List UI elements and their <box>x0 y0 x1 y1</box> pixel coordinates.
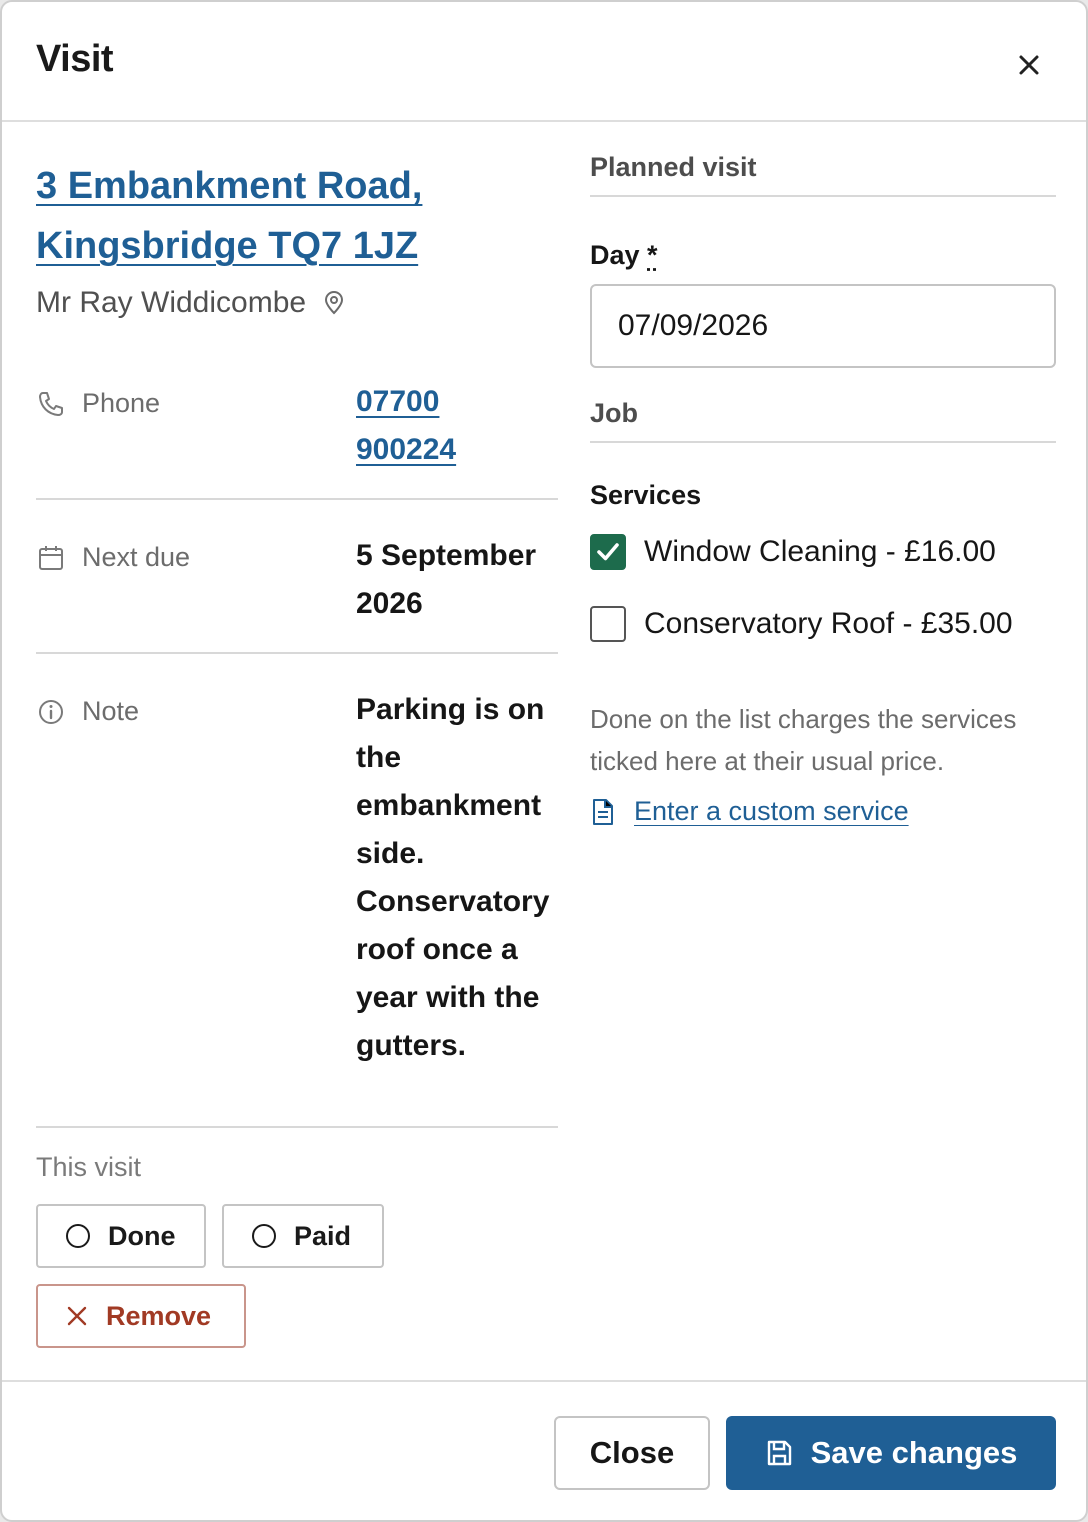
service-label: Conservatory Roof - £35.00 <box>644 607 1013 640</box>
day-label: Day * <box>590 240 658 271</box>
close-icon[interactable] <box>1012 48 1046 82</box>
dialog-header: Visit <box>2 2 1086 122</box>
map-pin-icon[interactable] <box>324 291 344 315</box>
next-due-label-row: Next due <box>36 542 190 573</box>
day-input[interactable] <box>590 284 1056 368</box>
required-marker: * <box>647 240 658 270</box>
address-line2[interactable]: Kingsbridge TQ7 1JZ <box>36 225 418 267</box>
save-icon <box>767 1440 791 1466</box>
planned-visit-heading: Planned visit <box>590 152 1056 197</box>
done-label: Done <box>108 1220 176 1251</box>
remove-label: Remove <box>106 1300 212 1331</box>
divider <box>36 652 558 654</box>
paid-button[interactable]: Paid <box>222 1204 384 1268</box>
checkbox-unchecked[interactable] <box>590 606 626 642</box>
note-label: Note <box>82 696 140 726</box>
phone-value[interactable]: 07700 900224 <box>356 378 566 474</box>
calendar-icon <box>39 545 63 570</box>
document-icon <box>593 798 613 825</box>
services-label: Services <box>590 480 702 510</box>
done-button[interactable]: Done <box>36 1204 206 1268</box>
service-conservatory-roof[interactable]: Conservatory Roof - £35.00 <box>590 606 1013 642</box>
phone-line2[interactable]: 900224 <box>356 433 456 466</box>
this-visit-label: This visit <box>36 1152 142 1182</box>
close-button[interactable]: Close <box>554 1416 710 1490</box>
divider <box>36 1126 558 1128</box>
phone-icon <box>39 391 63 416</box>
phone-label-row: Phone <box>36 388 160 419</box>
info-icon <box>39 699 63 724</box>
customer-name: Mr Ray Widdicombe <box>36 286 307 319</box>
save-changes-button[interactable]: Save changes <box>726 1416 1056 1490</box>
close-icon <box>67 1306 87 1326</box>
checkbox-checked[interactable] <box>590 534 626 570</box>
service-window-cleaning[interactable]: Window Cleaning - £16.00 <box>590 534 996 570</box>
dialog-title: Visit <box>36 38 114 80</box>
phone-label: Phone <box>82 388 161 418</box>
save-label: Save changes <box>810 1435 1018 1470</box>
checkmark-icon <box>597 543 619 561</box>
day-label-text: Day <box>590 240 640 270</box>
service-label: Window Cleaning - £16.00 <box>644 535 996 568</box>
customer-name-row: Mr Ray Widdicombe <box>36 286 344 320</box>
custom-service-link[interactable]: Enter a custom service <box>590 796 909 827</box>
job-heading: Job <box>590 398 1056 443</box>
note-value: Parking is on the embankment side. Conse… <box>356 693 550 1062</box>
address-line1[interactable]: 3 Embankment Road, <box>36 165 422 207</box>
paid-label: Paid <box>294 1220 352 1251</box>
dialog-footer: Close Save changes <box>2 1380 1086 1520</box>
address-link[interactable]: 3 Embankment Road, Kingsbridge TQ7 1JZ <box>36 156 476 276</box>
next-due-label: Next due <box>82 542 191 572</box>
services-help-text: Done on the list charges the services ti… <box>590 704 1017 776</box>
remove-button[interactable]: Remove <box>36 1284 246 1348</box>
note-label-row: Note <box>36 696 139 727</box>
custom-service-label[interactable]: Enter a custom service <box>634 796 909 827</box>
done-radio-icon <box>66 1224 90 1248</box>
paid-radio-icon <box>252 1224 276 1248</box>
visit-dialog: Visit 3 Embankment Road, Kingsbridge TQ7… <box>0 0 1088 1522</box>
next-due-value: 5 September 2026 <box>356 539 537 620</box>
divider <box>36 498 558 500</box>
phone-line1[interactable]: 07700 <box>356 385 439 418</box>
